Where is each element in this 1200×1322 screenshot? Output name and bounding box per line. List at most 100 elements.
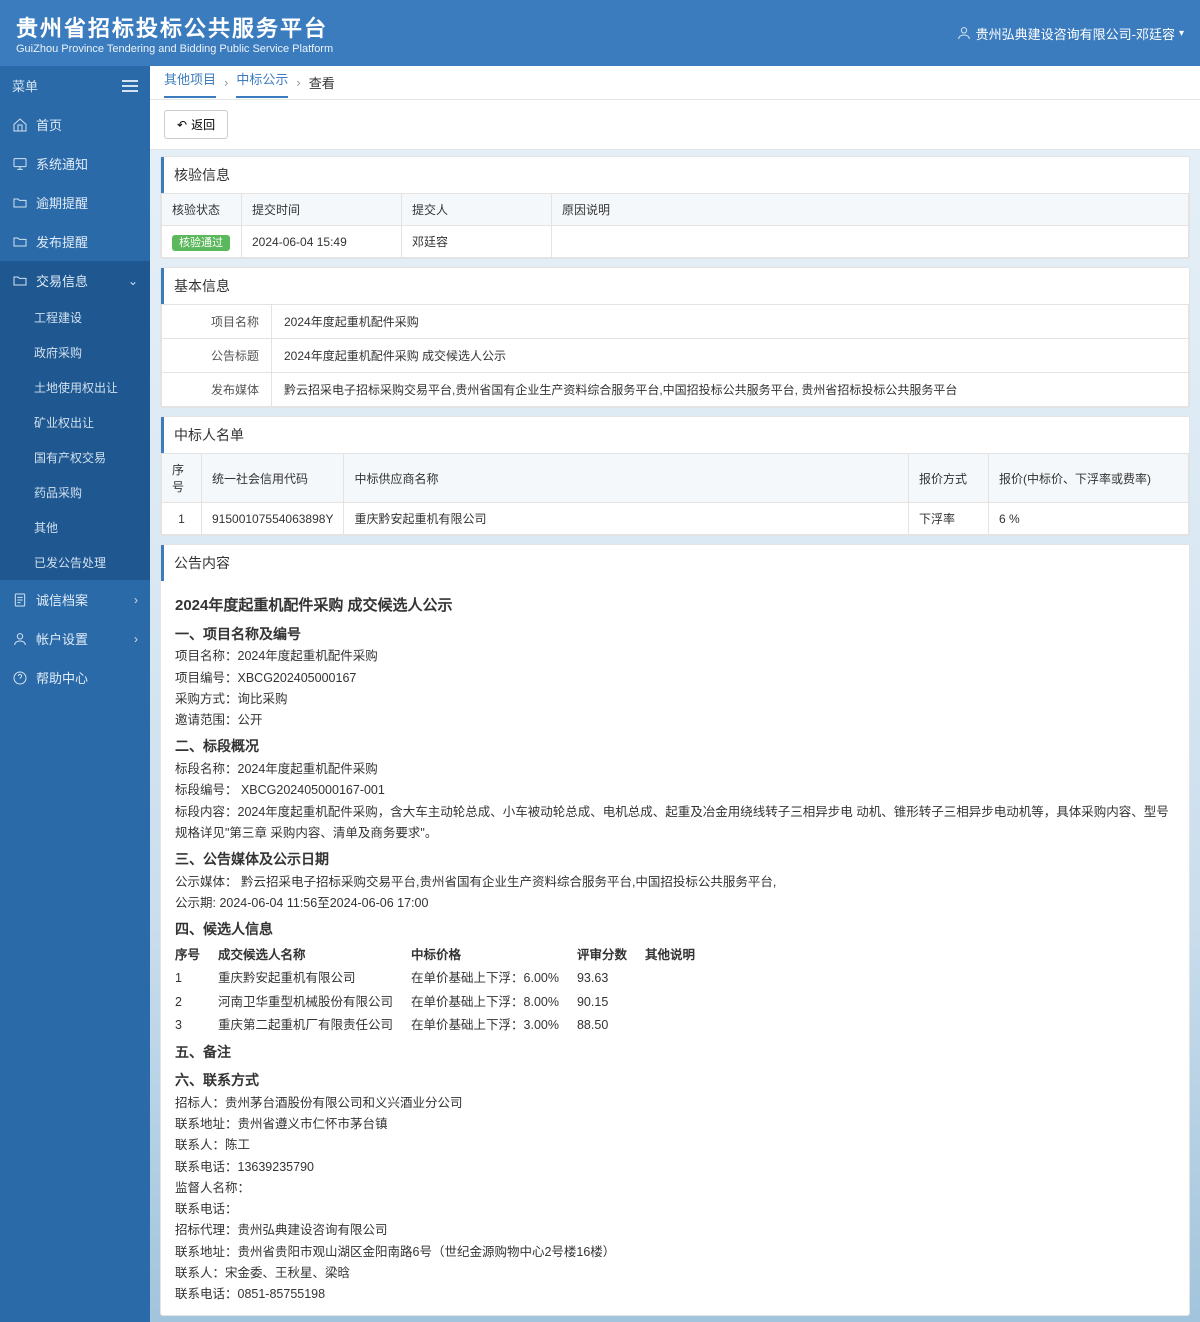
sidebar-item[interactable]: 逾期提醒 (0, 183, 150, 222)
panel-title: 基本信息 (161, 268, 1189, 304)
sidebar-subitem[interactable]: 已发公告处理 (0, 545, 150, 580)
breadcrumb-separator: › (296, 75, 300, 90)
table-row: 1重庆黔安起重机有限公司在单价基础上下浮：6.00%93.63 (175, 967, 713, 990)
sidebar-item[interactable]: 诚信档案 › (0, 580, 150, 619)
sidebar-subitem[interactable]: 药品采购 (0, 475, 150, 510)
panel-title: 中标人名单 (161, 417, 1189, 453)
th: 原因说明 (552, 194, 1189, 226)
section-heading: 一、项目名称及编号 (175, 623, 1175, 647)
main-area: 其他项目 › 中标公示 › 查看 ↶ 返回 核验信息 核验状态 提交时间 提交人 (150, 66, 1200, 1322)
breadcrumb: 其他项目 › 中标公示 › 查看 (150, 66, 1200, 100)
sidebar-subitem[interactable]: 政府采购 (0, 335, 150, 370)
basic-info-table: 项目名称2024年度起重机配件采购公告标题2024年度起重机配件采购 成交候选人… (161, 304, 1189, 407)
notice-line: 联系地址：贵州省遵义市仁怀市茅台镇 (175, 1114, 1175, 1135)
notice-title: 2024年度起重机配件采购 成交候选人公示 (175, 593, 1175, 619)
th: 序号 (162, 454, 202, 503)
th: 报价方式 (909, 454, 989, 503)
notice-line: 联系电话：13639235790 (175, 1157, 1175, 1178)
cell (552, 226, 1189, 258)
user-icon (956, 25, 972, 41)
th: 中标供应商名称 (344, 454, 909, 503)
sidebar: 菜单 首页系统通知逾期提醒发布提醒交易信息⌄工程建设政府采购土地使用权出让矿业权… (0, 66, 150, 1322)
notice-line: 联系电话：0851-85755198 (175, 1284, 1175, 1305)
back-icon: ↶ (177, 118, 187, 132)
back-button[interactable]: ↶ 返回 (164, 110, 228, 139)
menu-toggle-icon[interactable] (122, 80, 138, 92)
sidebar-item-label: 发布提醒 (36, 232, 88, 251)
kv-value: 2024年度起重机配件采购 成交候选人公示 (272, 339, 1189, 373)
notice-line: 联系电话： (175, 1199, 1175, 1220)
panel-title: 核验信息 (161, 157, 1189, 193)
notice-line: 公示媒体： 黔云招采电子招标采购交易平台,贵州省国有企业生产资料综合服务平台,中… (175, 872, 1175, 893)
th: 中标价格 (411, 944, 577, 967)
app-title: 贵州省招标投标公共服务平台 (16, 11, 333, 43)
folder-icon (12, 195, 28, 211)
sidebar-item-label: 帮助中心 (36, 668, 88, 687)
sidebar-item[interactable]: 首页 (0, 105, 150, 144)
notice-line: 联系地址：贵州省贵阳市观山湖区金阳南路6号（世纪金源购物中心2号楼16楼） (175, 1242, 1175, 1263)
app-header: 贵州省招标投标公共服务平台 GuiZhou Province Tendering… (0, 0, 1200, 66)
panel-title: 公告内容 (161, 545, 1189, 581)
section-heading: 三、公告媒体及公示日期 (175, 848, 1175, 872)
panel-basic: 基本信息 项目名称2024年度起重机配件采购公告标题2024年度起重机配件采购 … (160, 267, 1190, 408)
notice-body: 2024年度起重机配件采购 成交候选人公示 一、项目名称及编号 项目名称：202… (161, 581, 1189, 1315)
sidebar-item[interactable]: 帮助中心 (0, 658, 150, 697)
sidebar-header: 菜单 (0, 66, 150, 105)
notice-line: 公示期: 2024-06-04 11:56至2024-06-06 17:00 (175, 893, 1175, 914)
sidebar-item[interactable]: 发布提醒 (0, 222, 150, 261)
chevron-right-icon: › (134, 593, 138, 607)
breadcrumb-item[interactable]: 其他项目 (164, 69, 216, 98)
table-row: 核验通过 2024-06-04 15:49 邓廷容 (162, 226, 1189, 258)
sidebar-item[interactable]: 交易信息⌄ (0, 261, 150, 300)
app-subtitle: GuiZhou Province Tendering and Bidding P… (16, 43, 333, 55)
chevron-right-icon: › (134, 632, 138, 646)
th: 评审分数 (577, 944, 645, 967)
sidebar-item-label: 系统通知 (36, 154, 88, 173)
sidebar-subitem[interactable]: 矿业权出让 (0, 405, 150, 440)
notice-line: 标段编号： XBCG202405000167-001 (175, 780, 1175, 801)
sidebar-subitem[interactable]: 工程建设 (0, 300, 150, 335)
breadcrumb-item[interactable]: 中标公示 (236, 69, 288, 98)
notice-line: 招标代理：贵州弘典建设咨询有限公司 (175, 1220, 1175, 1241)
chevron-down-icon: ⌄ (128, 274, 138, 288)
verify-table: 核验状态 提交时间 提交人 原因说明 核验通过 2024-06-04 15:49… (161, 193, 1189, 258)
section-heading: 五、备注 (175, 1041, 1175, 1065)
kv-label: 项目名称 (162, 305, 272, 339)
sidebar-subitem[interactable]: 国有产权交易 (0, 440, 150, 475)
sidebar-item-label: 逾期提醒 (36, 193, 88, 212)
user-menu[interactable]: 贵州弘典建设咨询有限公司-邓廷容 ▾ (956, 24, 1184, 43)
table-row: 2河南卫华重型机械股份有限公司在单价基础上下浮：8.00%90.15 (175, 991, 713, 1014)
th: 报价(中标价、下浮率或费率) (989, 454, 1189, 503)
folder-icon (12, 273, 28, 289)
kv-value: 2024年度起重机配件采购 (272, 305, 1189, 339)
monitor-icon (12, 156, 28, 172)
th: 核验状态 (162, 194, 242, 226)
sidebar-item-label: 帐户设置 (36, 629, 88, 648)
candidate-table: 序号成交候选人名称中标价格评审分数其他说明1重庆黔安起重机有限公司在单价基础上下… (175, 944, 713, 1037)
help-icon (12, 670, 28, 686)
cell: 2024-06-04 15:49 (242, 226, 402, 258)
kv-value: 黔云招采电子招标采购交易平台,贵州省国有企业生产资料综合服务平台,中国招投标公共… (272, 373, 1189, 407)
folder-icon (12, 234, 28, 250)
cell: 邓廷容 (402, 226, 552, 258)
notice-line: 联系人：陈工 (175, 1135, 1175, 1156)
sidebar-subitem[interactable]: 土地使用权出让 (0, 370, 150, 405)
section-heading: 四、候选人信息 (175, 918, 1175, 942)
sidebar-subitem[interactable]: 其他 (0, 510, 150, 545)
sidebar-item-label: 诚信档案 (36, 590, 88, 609)
sidebar-item[interactable]: 系统通知 (0, 144, 150, 183)
sidebar-item[interactable]: 帐户设置 › (0, 619, 150, 658)
panel-verify: 核验信息 核验状态 提交时间 提交人 原因说明 核验通过 2024-06-04 … (160, 156, 1190, 259)
table-row: 3重庆第二起重机厂有限责任公司在单价基础上下浮：3.00%88.50 (175, 1014, 713, 1037)
sidebar-title: 菜单 (12, 76, 38, 95)
th: 序号 (175, 944, 218, 967)
kv-label: 发布媒体 (162, 373, 272, 407)
notice-line: 邀请范围：公开 (175, 710, 1175, 731)
status-badge: 核验通过 (172, 235, 230, 251)
notice-line: 项目编号：XBCG202405000167 (175, 668, 1175, 689)
chevron-down-icon: ▾ (1179, 28, 1184, 39)
th: 成交候选人名称 (218, 944, 411, 967)
th: 提交时间 (242, 194, 402, 226)
kv-label: 公告标题 (162, 339, 272, 373)
doc-icon (12, 592, 28, 608)
